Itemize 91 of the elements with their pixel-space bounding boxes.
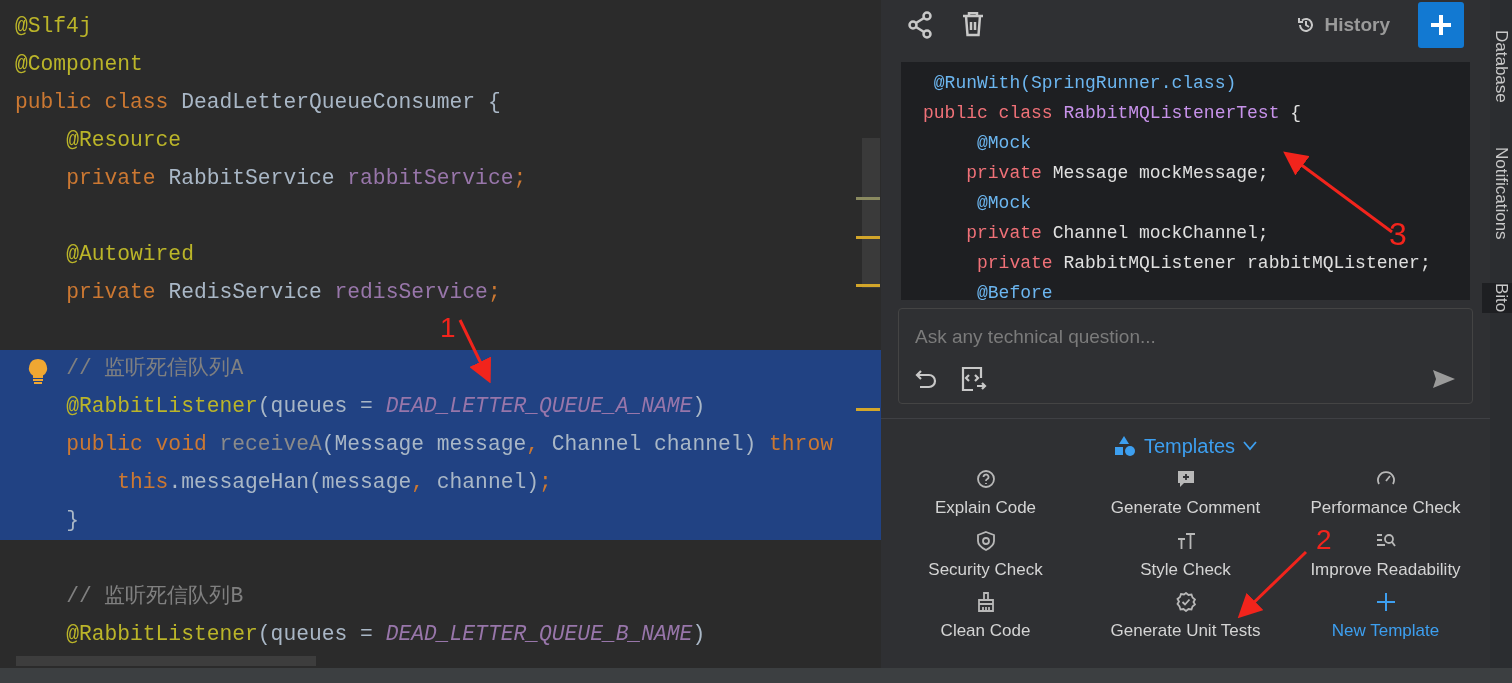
warning-marker[interactable]: [856, 236, 880, 239]
warning-marker[interactable]: [856, 408, 880, 411]
code-token: @RunWith(SpringRunner.class): [932, 71, 1237, 95]
history-button[interactable]: History: [1296, 10, 1390, 40]
code-token: RedisService: [168, 279, 323, 307]
code-token: @Before: [976, 281, 1053, 300]
shapes-icon: [1113, 436, 1136, 456]
plus-icon: [1375, 592, 1396, 612]
code-token: RabbitMQListenerTest: [1063, 101, 1280, 125]
annotation-arrow: [458, 319, 491, 384]
side-tab[interactable]: Database: [1488, 30, 1512, 103]
code-token: private: [976, 251, 1054, 275]
shield-icon: [975, 530, 996, 551]
templates-toggle[interactable]: Templates: [1113, 431, 1258, 461]
code-token: ,: [526, 431, 540, 459]
history-icon: [1296, 16, 1315, 34]
comment-plus-icon: [1175, 469, 1196, 489]
template-button[interactable]: Explain Code: [885, 469, 1086, 521]
warning-marker[interactable]: [856, 197, 880, 200]
annotation-number: 2: [1316, 526, 1332, 554]
warning-marker[interactable]: [856, 284, 880, 287]
question-input[interactable]: Ask any technical question...: [915, 323, 1456, 352]
code-token: @RabbitListener: [66, 393, 258, 421]
code-token: private: [965, 161, 1043, 185]
code-token: (Message message: [321, 431, 527, 459]
code-token: channel): [436, 469, 539, 497]
trash-icon[interactable]: [961, 12, 985, 38]
side-tab[interactable]: Bito: [1482, 283, 1512, 313]
code-token: .messageHan(message: [168, 469, 412, 497]
code-token: Channel channel): [551, 431, 758, 459]
code-token: @Slf4j: [15, 13, 92, 41]
code-token: DeadLetterQueueConsumer {: [181, 89, 501, 117]
code-token: {: [1289, 101, 1302, 125]
broom-icon: [975, 592, 996, 612]
code-token: DEAD_LETTER_QUEUE_B_NAME: [385, 621, 693, 649]
code-token: ;: [513, 165, 527, 193]
code-token: private: [965, 221, 1043, 245]
annotation-number: 1: [440, 314, 456, 342]
code-token: DEAD_LETTER_QUEUE_A_NAME: [385, 393, 693, 421]
undo-icon[interactable]: [915, 368, 937, 389]
code-token: private: [66, 165, 157, 193]
code-token: ,: [411, 469, 425, 497]
template-button[interactable]: Security Check: [885, 530, 1086, 582]
chevron-down-icon: [1243, 441, 1258, 451]
code-token: }: [66, 507, 79, 535]
question-field[interactable]: Ask any technical question...: [898, 308, 1473, 404]
code-token: // 监听死信队列A: [66, 355, 244, 383]
code-token: @RabbitListener: [66, 621, 258, 649]
code-token: redisService: [334, 279, 488, 307]
code-token: @Resource: [66, 127, 182, 155]
text-size-icon: [1175, 530, 1196, 551]
code-token: this: [117, 469, 169, 497]
code-token: RabbitService: [168, 165, 336, 193]
annotation-number: 3: [1389, 215, 1407, 254]
code-token: rabbitService: [347, 165, 514, 193]
code-token: private: [66, 279, 157, 307]
annotation-arrow: [1237, 550, 1308, 619]
code-insert-icon[interactable]: [961, 365, 987, 392]
side-tab[interactable]: Notifications: [1488, 146, 1512, 240]
code-token: receiveA: [219, 431, 322, 459]
check-badge-icon: [1175, 592, 1196, 612]
lightbulb-icon[interactable]: [27, 358, 49, 384]
code-token: RabbitMQListener rabbitMQListener;: [1063, 251, 1431, 275]
template-button[interactable]: New Template: [1285, 592, 1486, 644]
template-button[interactable]: Performance Check: [1285, 469, 1486, 521]
template-button[interactable]: Clean Code: [885, 592, 1086, 644]
send-icon[interactable]: [1432, 368, 1456, 389]
template-button[interactable]: Style Check: [1085, 530, 1286, 582]
code-token: public class: [15, 89, 170, 117]
code-token: (queues =: [257, 621, 374, 649]
code-token: ;: [539, 469, 552, 497]
code-token: @Component: [15, 51, 143, 79]
template-button[interactable]: Generate Unit Tests: [1085, 592, 1286, 644]
code-token: (queues =: [257, 393, 374, 421]
question-circle-icon: [975, 469, 996, 489]
code-token: ;: [487, 279, 501, 307]
plus-icon: [1429, 13, 1453, 37]
code-token: @Mock: [976, 131, 1032, 155]
code-token: // 监听死信队列B: [66, 583, 244, 611]
code-token: Message mockMessage;: [1052, 161, 1269, 185]
new-chat-button[interactable]: [1418, 2, 1464, 48]
code-token: throw: [769, 431, 833, 459]
code-token: @Autowired: [66, 241, 194, 269]
code-token: ): [692, 393, 706, 421]
code-token: ): [692, 621, 706, 649]
template-button[interactable]: Generate Comment: [1085, 469, 1286, 521]
code-token: public void: [66, 431, 208, 459]
code-token: public class: [923, 101, 1054, 125]
code-token: @Mock: [976, 191, 1032, 215]
share-icon[interactable]: [907, 11, 933, 39]
code-token: Channel mockChannel;: [1052, 221, 1269, 245]
